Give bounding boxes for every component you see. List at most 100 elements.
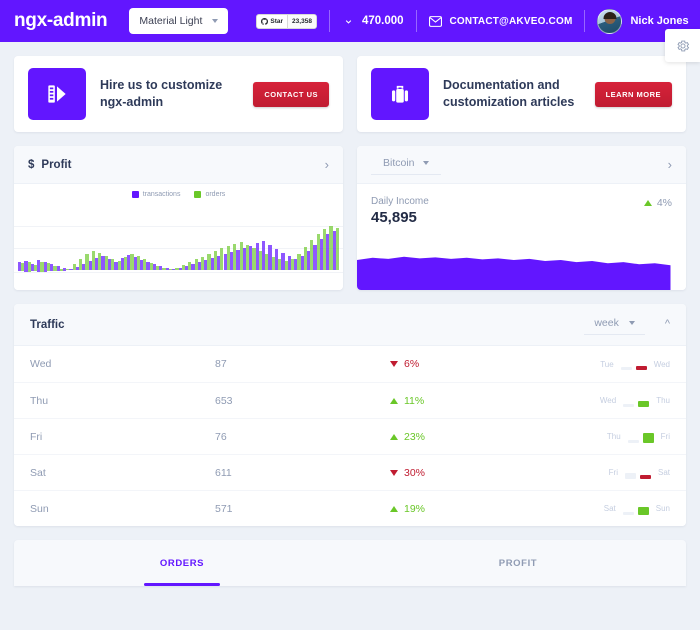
traffic-delta-value: 11% [404, 394, 425, 407]
tab-orders-label: ORDERS [159, 557, 205, 569]
traffic-day: Fri [30, 430, 43, 443]
gear-icon [676, 40, 689, 51]
promo-title-1: Documentation and customization articles [443, 78, 575, 109]
downloads-stat[interactable]: 470.000 [342, 15, 404, 28]
profit-card-title: Profit [41, 158, 72, 171]
traffic-mini-bars [620, 358, 647, 370]
mini-bar-prev [624, 472, 636, 479]
chevron-down-icon [212, 19, 219, 23]
stats-row: $ Profit › transactions orders Bitcoin ›… [14, 146, 686, 290]
traffic-title: Traffic [30, 318, 65, 331]
theme-selector[interactable]: Material Light [129, 8, 229, 34]
mini-bar-next [642, 432, 654, 443]
briefcase-icon [391, 85, 409, 103]
chevron-down-icon [422, 161, 429, 165]
traffic-card: Traffic week ^ Wed 87 6% Tue Wed Thu 653 11% Wed… [14, 304, 686, 526]
table-row[interactable]: Wed 87 6% Tue Wed [14, 346, 686, 382]
github-star-badge[interactable]: Star 23,358 [256, 13, 317, 29]
bar-orders [335, 227, 340, 271]
mail-icon [428, 15, 442, 27]
triangle-down-icon [390, 361, 398, 367]
promo-card-docs: Documentation and customization articles… [357, 56, 686, 132]
mini-bar-prev [627, 439, 639, 443]
promo-row: Hire us to customize ngx-admin CONTACT U… [14, 56, 686, 132]
bitcoin-currency-selector[interactable]: Bitcoin [371, 154, 441, 175]
tab-orders[interactable]: ORDERS [14, 540, 350, 586]
daily-income-delta: 4% [643, 197, 672, 209]
bitcoin-card-header: Bitcoin › [357, 146, 686, 184]
profit-card-header: $ Profit › [14, 146, 343, 184]
downloads-value: 470.000 [361, 15, 404, 27]
app-logo[interactable]: ngx-admin [14, 10, 108, 32]
chevron-right-icon[interactable]: › [325, 158, 329, 171]
traffic-day: Sun [30, 502, 49, 515]
bitcoin-area-chart [357, 256, 671, 290]
traffic-day: Thu [30, 394, 49, 407]
traffic-mini-next-label: Sat [657, 468, 670, 477]
settings-button[interactable] [665, 29, 700, 62]
header-divider-2 [415, 10, 417, 32]
traffic-mini-bars [624, 467, 651, 479]
mini-bar-next [635, 366, 647, 370]
mini-bar-next [639, 474, 651, 479]
palette-icon [48, 85, 66, 103]
traffic-day: Sat [30, 466, 46, 479]
traffic-card-header: Traffic week ^ [14, 304, 686, 346]
triangle-down-icon [390, 469, 398, 476]
daily-income-delta-value: 4% [656, 197, 672, 209]
daily-income-label: Daily Income [371, 196, 429, 207]
traffic-delta: 23% [390, 431, 550, 443]
mini-bar-next [638, 400, 650, 407]
bitcoin-card: Bitcoin › Daily Income 45,895 4% [357, 146, 686, 290]
profit-card-title-wrap: $ Profit [28, 159, 71, 171]
triangle-up-icon [390, 433, 398, 440]
traffic-mini-next-label: Thu [656, 396, 670, 405]
gridline-zero [14, 272, 343, 273]
github-star-left: Star [257, 15, 287, 28]
traffic-value: 571 [215, 502, 233, 515]
traffic-mini-prev-label: Wed [599, 396, 617, 405]
profit-chart: transactions orders [14, 184, 343, 290]
table-row[interactable]: Sun 571 19% Sat Sun [14, 490, 686, 526]
traffic-mini-next-label: Fri [660, 432, 670, 441]
traffic-mini-bars [627, 431, 654, 443]
chevron-up-icon[interactable]: ^ [665, 319, 670, 330]
traffic-mini-chart: Thu Fri [550, 431, 670, 443]
legend-item-transactions: transactions [131, 191, 180, 198]
chevron-down-icon [628, 321, 635, 325]
dollar-icon: $ [28, 158, 35, 171]
contact-email[interactable]: CONTACT@AKVEO.COM [428, 15, 573, 27]
traffic-mini-prev-label: Thu [606, 432, 621, 441]
profit-card: $ Profit › transactions orders [14, 146, 343, 290]
traffic-delta: 6% [390, 358, 550, 370]
triangle-up-icon [390, 397, 398, 404]
traffic-rows: Wed 87 6% Tue Wed Thu 653 11% Wed Thu Fri 76 23% Thu F… [14, 346, 686, 526]
bar-group [332, 210, 340, 272]
traffic-mini-prev-label: Sat [603, 504, 616, 513]
traffic-value: 611 [215, 466, 232, 479]
traffic-period-selector[interactable]: week [584, 314, 645, 335]
traffic-delta-value: 30% [404, 466, 426, 479]
table-row[interactable]: Sat 611 30% Fri Sat [14, 454, 686, 490]
github-star-label: Star [270, 17, 284, 25]
page-content: Hire us to customize ngx-admin CONTACT U… [0, 42, 700, 586]
legend-swatch-orders [194, 191, 202, 198]
tab-profit[interactable]: PROFIT [350, 540, 686, 586]
mini-bar-prev [620, 367, 632, 370]
user-name: Nick Jones [630, 15, 689, 27]
profit-bar-series [18, 210, 340, 272]
traffic-delta-value: 6% [404, 358, 420, 370]
learn-more-button[interactable]: LEARN MORE [594, 81, 672, 107]
mini-bar-prev [623, 403, 635, 407]
table-row[interactable]: Thu 653 11% Wed Thu [14, 382, 686, 418]
contact-us-button[interactable]: CONTACT US [253, 81, 329, 107]
traffic-delta: 19% [390, 503, 550, 515]
header-divider-3 [584, 10, 586, 32]
table-row[interactable]: Fri 76 23% Thu Fri [14, 418, 686, 454]
header-divider-1 [328, 10, 330, 32]
download-icon [345, 16, 352, 24]
chevron-right-icon[interactable]: › [668, 158, 672, 171]
mini-bar-next [637, 506, 649, 515]
traffic-value: 76 [215, 430, 227, 443]
traffic-delta: 30% [390, 467, 550, 479]
